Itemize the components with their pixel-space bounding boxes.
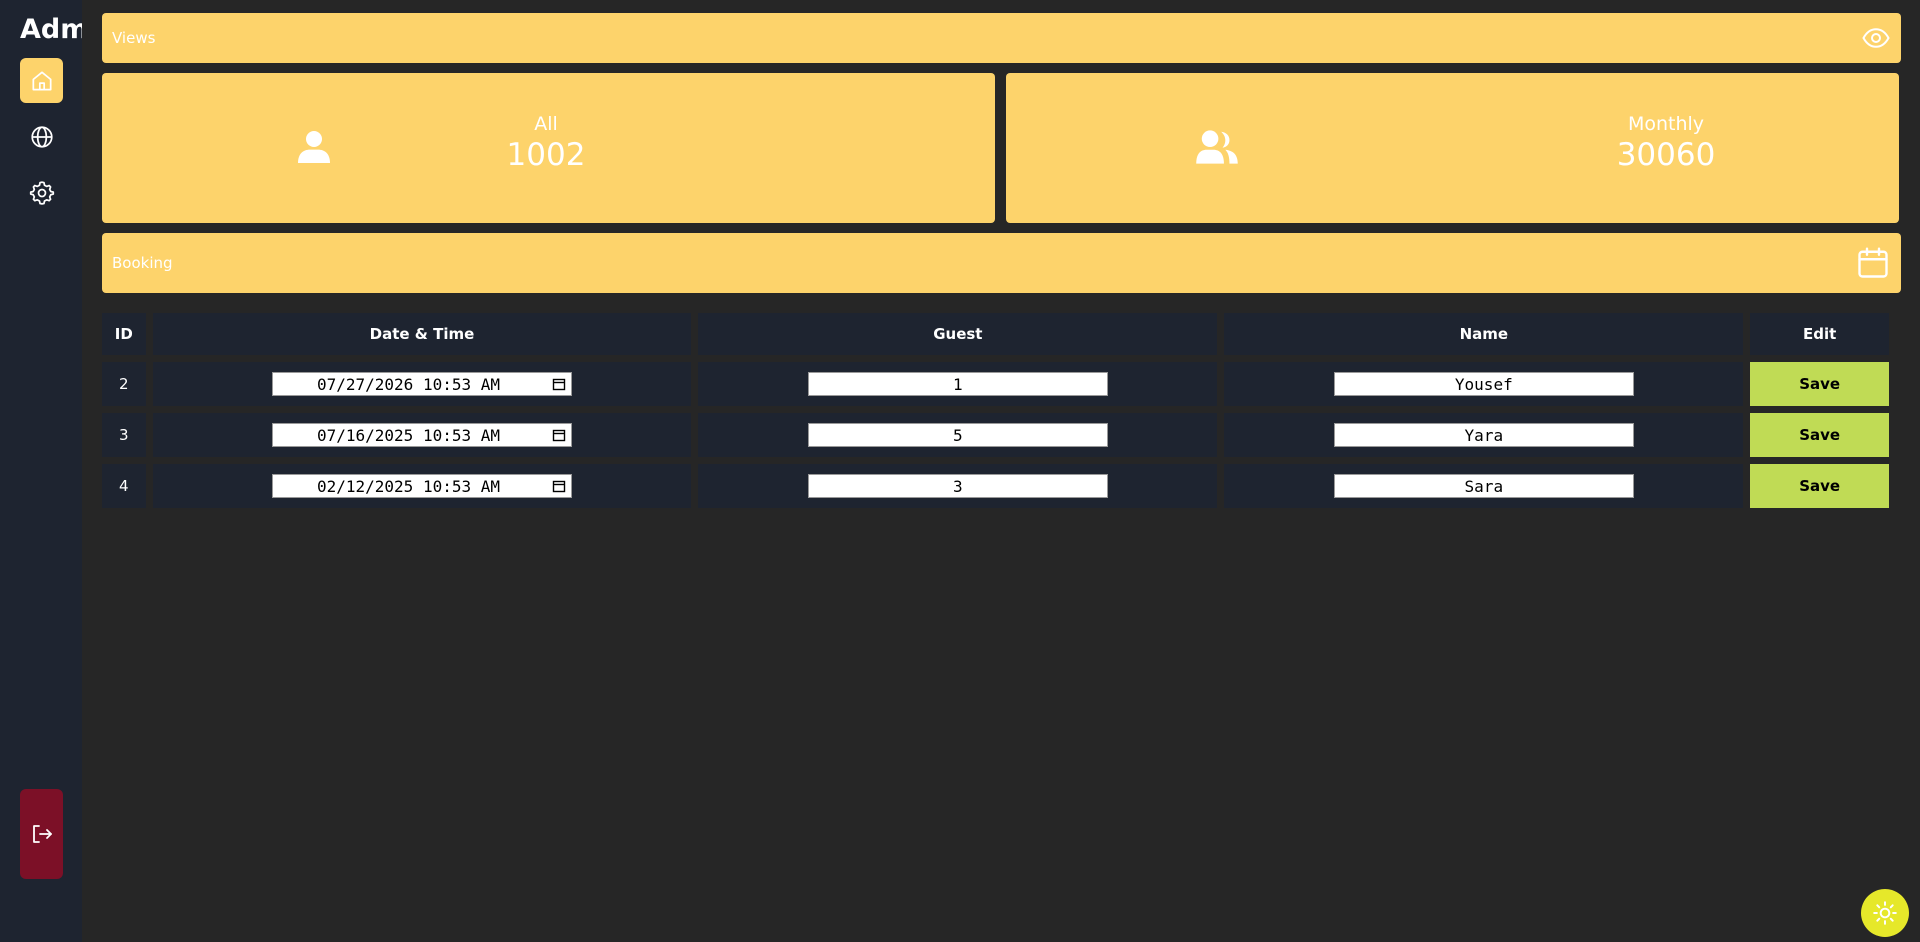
sidebar-item-settings[interactable] (20, 170, 63, 215)
main-content: Views All 1002 Monthly 30060 Booking ID … (102, 0, 1901, 942)
row-id: 2 (102, 362, 146, 406)
calendar-icon (1858, 247, 1888, 278)
calendar-picker-icon[interactable] (552, 428, 566, 442)
save-button[interactable]: Save (1750, 413, 1889, 457)
sun-icon (1873, 901, 1897, 925)
row-id: 4 (102, 464, 146, 508)
globe-icon (30, 125, 53, 148)
stat-all-value: 1002 (506, 137, 586, 173)
sidebar: Admin (0, 0, 82, 942)
name-input[interactable] (1333, 372, 1634, 396)
calendar-picker-icon[interactable] (552, 377, 566, 391)
stat-monthly-label: Monthly (1627, 113, 1705, 135)
row-id: 3 (102, 413, 146, 457)
row-datetime-cell (152, 413, 692, 457)
row-guest-cell (698, 362, 1218, 406)
datetime-input[interactable] (271, 372, 572, 396)
row-datetime-cell (152, 464, 692, 508)
row-edit-cell: Save (1750, 464, 1889, 508)
eye-icon (1862, 28, 1890, 48)
booking-header: Booking (102, 233, 1901, 293)
stat-card-monthly: Monthly 30060 (1006, 73, 1899, 223)
users-icon (1196, 130, 1238, 164)
col-header-edit: Edit (1750, 313, 1889, 355)
table-row: 4 Save (102, 464, 1889, 508)
table-header-row: ID Date & Time Guest Name Edit (102, 313, 1889, 355)
calendar-picker-icon[interactable] (552, 479, 566, 493)
sidebar-item-home[interactable] (20, 58, 63, 103)
table-row: 3 Save (102, 413, 1889, 457)
col-header-id: ID (102, 313, 146, 355)
stat-monthly-value: 30060 (1616, 137, 1716, 173)
guest-input[interactable] (807, 474, 1108, 498)
booking-table: ID Date & Time Guest Name Edit 2 07/27/2… (95, 306, 1896, 515)
stat-monthly-text: Monthly 30060 (1566, 113, 1766, 173)
col-header-name: Name (1224, 313, 1744, 355)
theme-toggle-button[interactable] (1861, 889, 1909, 937)
views-header: Views (102, 13, 1901, 63)
row-edit-cell: Save (1750, 413, 1889, 457)
row-guest-cell (698, 413, 1218, 457)
datetime-input[interactable] (271, 474, 572, 498)
user-icon (298, 131, 330, 163)
datetime-input[interactable] (271, 423, 572, 447)
col-header-datetime: Date & Time (152, 313, 692, 355)
row-edit-cell: Save (1750, 362, 1889, 406)
guest-input[interactable] (807, 372, 1108, 396)
col-header-guest: Guest (698, 313, 1218, 355)
stat-all-text: All 1002 (446, 113, 646, 173)
save-button[interactable]: Save (1750, 362, 1889, 406)
row-name-cell (1224, 464, 1744, 508)
row-datetime-cell (152, 362, 692, 406)
save-button[interactable]: Save (1750, 464, 1889, 508)
name-input[interactable] (1333, 474, 1634, 498)
home-icon (31, 70, 52, 91)
sidebar-item-globe[interactable] (20, 114, 63, 159)
logout-icon (32, 825, 52, 843)
name-input[interactable] (1333, 423, 1634, 447)
brand-title: Admin (20, 14, 82, 45)
guest-input[interactable] (807, 423, 1108, 447)
table-row: 2 Save (102, 362, 1889, 406)
row-guest-cell (698, 464, 1218, 508)
row-name-cell (1224, 413, 1744, 457)
gear-icon (29, 180, 54, 205)
row-name-cell (1224, 362, 1744, 406)
stat-all-label: All (534, 113, 558, 135)
views-title: Views (112, 29, 156, 47)
stat-card-all: All 1002 (102, 73, 995, 223)
logout-button[interactable] (20, 789, 63, 879)
booking-title: Booking (112, 254, 173, 272)
